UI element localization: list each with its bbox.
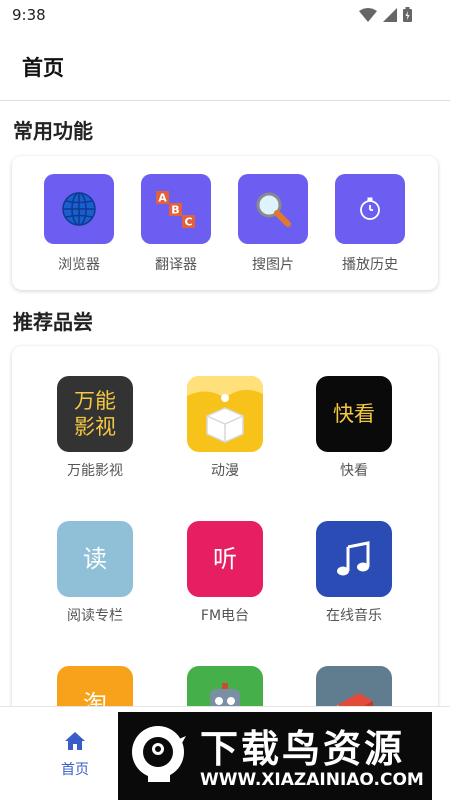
app-wanneng-yingshi[interactable]: 万能 影视 万能影视 xyxy=(45,376,145,480)
reading-column-tile: 读 xyxy=(57,521,133,597)
fm-radio-label: FM电台 xyxy=(200,608,250,624)
battery-icon xyxy=(403,7,412,22)
app-bar: 首页 xyxy=(0,30,450,101)
wanneng-yingshi-tile: 万能 影视 xyxy=(57,376,133,452)
image-search-shortcut[interactable]: 搜图片 xyxy=(237,174,309,274)
wifi-icon xyxy=(359,7,377,22)
online-music-tile xyxy=(316,521,392,597)
stopwatch-icon xyxy=(360,197,380,220)
dongman-label: 动漫 xyxy=(211,463,239,479)
play-history-shortcut[interactable]: 播放历史 xyxy=(334,174,406,274)
wanneng-yingshi-tile-text: 万能 影视 xyxy=(74,389,116,439)
svg-text:C: C xyxy=(184,216,192,229)
image-search-tile xyxy=(238,174,308,244)
app-dongman[interactable]: 动漫 xyxy=(175,376,275,480)
svg-text:B: B xyxy=(171,204,179,217)
reading-column-tile-text: 读 xyxy=(83,545,107,573)
translator-shortcut[interactable]: A B C 翻译器 xyxy=(140,174,212,274)
dongman-tile xyxy=(187,376,263,452)
box-icon xyxy=(187,376,263,443)
watermark-url: WWW.XIAZAINIAO.COM xyxy=(200,770,424,790)
browser-tile xyxy=(44,174,114,244)
fm-radio-tile: 听 xyxy=(187,521,263,597)
recommend-title: 推荐品尝 xyxy=(13,310,93,334)
nav-home-label: 首页 xyxy=(61,762,89,778)
svg-text:A: A xyxy=(158,192,167,205)
bird-logo-icon xyxy=(132,726,186,782)
status-icons xyxy=(359,7,412,22)
translator-tile: A B C xyxy=(141,174,211,244)
status-time: 9:38 xyxy=(12,6,46,24)
common-functions-card: 浏览器 A B C 翻译器 搜图片 播放历史 xyxy=(12,156,438,290)
reading-column-label: 阅读专栏 xyxy=(67,608,123,624)
home-icon xyxy=(65,732,85,750)
app-reading-column[interactable]: 读 阅读专栏 xyxy=(45,521,145,625)
browser-shortcut[interactable]: 浏览器 xyxy=(43,174,115,274)
page-title: 首页 xyxy=(22,56,64,80)
kuaikan-label: 快看 xyxy=(340,463,368,479)
signal-icon xyxy=(383,7,397,22)
fm-radio-tile-text: 听 xyxy=(213,545,237,573)
app-kuaikan[interactable]: 快看 快看 xyxy=(304,376,404,480)
watermark-title: 下载鸟资源 xyxy=(200,727,406,771)
app-online-music[interactable]: 在线音乐 xyxy=(304,521,404,625)
app-fm-radio[interactable]: 听 FM电台 xyxy=(175,521,275,625)
online-music-label: 在线音乐 xyxy=(326,608,382,624)
globe-icon xyxy=(62,192,96,226)
kuaikan-tile-text: 快看 xyxy=(333,402,375,426)
watermark-banner: 下载鸟资源 WWW.XIAZAINIAO.COM xyxy=(118,712,432,800)
image-search-label: 搜图片 xyxy=(252,257,294,273)
nav-home[interactable]: 首页 xyxy=(40,731,110,779)
translator-label: 翻译器 xyxy=(155,257,197,273)
play-history-label: 播放历史 xyxy=(342,257,398,273)
abc-blocks-icon: A B C xyxy=(156,191,195,229)
magnifier-icon xyxy=(256,192,291,227)
browser-label: 浏览器 xyxy=(58,257,100,273)
play-history-tile xyxy=(335,174,405,244)
status-bar: 9:38 xyxy=(0,0,450,30)
common-functions-title: 常用功能 xyxy=(13,119,93,143)
recommend-card: 万能 影视 万能影视 动漫 快看 快看 读 阅读专栏 听 FM电台 在线音乐 淘 xyxy=(12,346,438,742)
wanneng-yingshi-label: 万能影视 xyxy=(67,463,123,479)
kuaikan-tile: 快看 xyxy=(316,376,392,452)
music-note-icon xyxy=(337,541,370,576)
